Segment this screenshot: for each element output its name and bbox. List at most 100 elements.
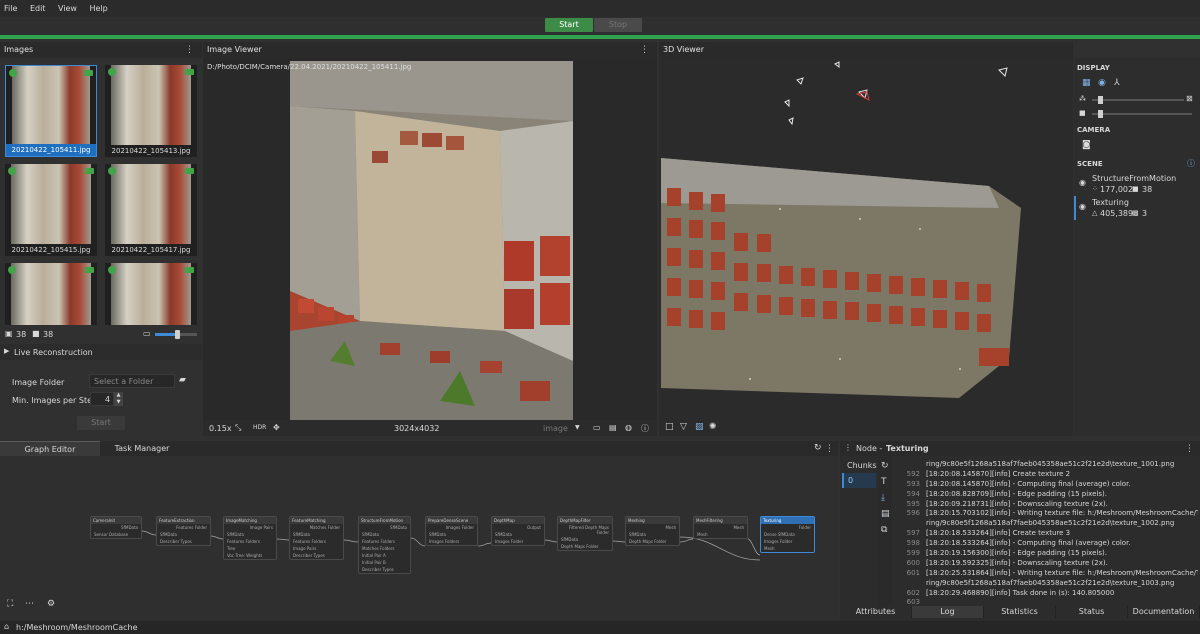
camera-scale-slider[interactable] bbox=[1092, 110, 1192, 118]
graph-node-attribute[interactable]: Initial Pair B bbox=[359, 559, 410, 566]
graph-node-preparedensescene[interactable]: PrepareDenseScene Images Folder SfMData Ima… bbox=[425, 516, 478, 546]
graph-node-attribute[interactable]: SfMData bbox=[558, 536, 612, 543]
scene-info-icon[interactable]: ⓘ bbox=[1187, 158, 1195, 169]
menu-help[interactable]: Help bbox=[90, 0, 108, 17]
min-images-spinbox[interactable]: 4 bbox=[90, 392, 114, 406]
fixed-size-icon[interactable]: ⊠ bbox=[1186, 94, 1193, 103]
thumbnail-4[interactable]: 20210422_105417.jpg bbox=[105, 164, 197, 256]
settings-gear-icon[interactable]: ⚙ bbox=[47, 599, 55, 609]
graph-node-output[interactable]: Filtered Depth Maps Folder bbox=[558, 524, 612, 536]
graph-node-output[interactable]: Images Folder bbox=[426, 524, 477, 531]
image-viewer-menu-icon[interactable]: ⋮ bbox=[640, 42, 649, 58]
thumbnail-3[interactable]: 20210422_105415.jpg bbox=[5, 164, 97, 256]
graph-node-attribute[interactable]: Tree bbox=[224, 545, 276, 552]
graph-node-attribute[interactable]: SfMData bbox=[157, 531, 210, 538]
graph-node-output[interactable]: SfMData bbox=[359, 524, 410, 531]
graph-node-output[interactable]: Matches Folder bbox=[290, 524, 343, 531]
autoscroll-icon[interactable]: ⤓ bbox=[881, 493, 885, 503]
graph-node-imagematching[interactable]: ImageMatching Image Pairs SfMData Features … bbox=[223, 516, 277, 560]
thumbnail-1[interactable]: 20210422_105411.jpg bbox=[5, 65, 97, 157]
graph-node-attribute[interactable]: SfMData bbox=[626, 531, 679, 538]
graph-node-attribute[interactable]: Depth Maps Folder bbox=[626, 538, 679, 545]
tab-graph-editor[interactable]: Graph Editor bbox=[0, 441, 100, 456]
gps-globe-icon[interactable]: ◍ bbox=[625, 423, 632, 432]
refresh-icon[interactable]: ↻ bbox=[814, 443, 822, 453]
increment-icon[interactable]: ▲ bbox=[114, 392, 123, 399]
chevron-down-icon[interactable]: ▼ bbox=[575, 424, 580, 431]
stop-button[interactable]: Stop bbox=[594, 18, 642, 32]
folder-icon[interactable]: ▰ bbox=[179, 375, 186, 385]
image-folder-input[interactable]: Select a Folder bbox=[89, 374, 175, 388]
textured-mode-icon[interactable]: ✺ bbox=[709, 422, 717, 432]
graph-node-attribute[interactable]: Mesh bbox=[761, 545, 814, 552]
axes-icon[interactable]: ⅄ bbox=[1114, 78, 1120, 88]
graph-node-attribute[interactable]: Mesh bbox=[694, 531, 747, 538]
scene-item-sfm[interactable]: ◉ StructureFromMotion ⁘ 177,002 ■ 38 bbox=[1074, 172, 1200, 196]
graph-node-output[interactable]: Image Pairs bbox=[224, 524, 276, 531]
graph-node-attribute[interactable]: Voc Tree: Weights bbox=[224, 552, 276, 559]
images-panel-menu-icon[interactable]: ⋮ bbox=[185, 42, 194, 58]
graph-node-attribute[interactable]: SfMData bbox=[224, 531, 276, 538]
color-picker-icon[interactable]: ✥ bbox=[273, 423, 280, 432]
reload-icon[interactable]: ↻ bbox=[881, 461, 889, 471]
open-external-icon[interactable]: ⧉ bbox=[881, 525, 887, 535]
metadata-icon[interactable]: ▭ bbox=[593, 423, 601, 432]
fit-all-icon[interactable]: ⛶ bbox=[7, 599, 13, 609]
thumbnail-2[interactable]: 20210422_105413.jpg bbox=[105, 65, 197, 157]
thumbnail-5[interactable] bbox=[5, 263, 97, 325]
viewer3d-canvas[interactable] bbox=[659, 58, 1073, 420]
graph-node-texturing[interactable]: Texturing Folder Dense SfMData Images Folde… bbox=[760, 516, 815, 553]
thumbnail-6[interactable] bbox=[105, 263, 197, 325]
scene-item-texturing[interactable]: ◉ Texturing △ 405,389 ▩ 3 bbox=[1074, 196, 1200, 220]
bounding-box-icon[interactable]: □ bbox=[665, 422, 674, 432]
graph-node-attribute[interactable]: Describer Types bbox=[290, 552, 343, 559]
cache-folder-icon[interactable]: ⌂ bbox=[4, 622, 9, 631]
graph-node-attribute[interactable]: Describer Types bbox=[157, 538, 210, 545]
camera-scale-slider-handle[interactable] bbox=[1098, 110, 1103, 118]
tab-status[interactable]: Status bbox=[1056, 606, 1128, 618]
visibility-eye-icon[interactable]: ◉ bbox=[1079, 202, 1086, 211]
info-icon[interactable]: ⓘ bbox=[641, 423, 649, 434]
graph-node-attribute[interactable]: Images Folders bbox=[426, 538, 477, 545]
graph-node-output[interactable]: Mesh bbox=[694, 524, 747, 531]
histogram-icon[interactable]: ▤ bbox=[609, 423, 617, 432]
graph-node-attribute[interactable]: Features Folders bbox=[359, 538, 410, 545]
gizmo-icon[interactable]: ◉ bbox=[1098, 78, 1106, 88]
graph-node-output[interactable]: Features Folder bbox=[157, 524, 210, 531]
fit-icon[interactable]: ⤡ bbox=[235, 423, 241, 433]
more-icon[interactable]: ⋯ bbox=[25, 599, 34, 609]
node-panel-menu-icon[interactable]: ⋮ bbox=[1185, 441, 1194, 457]
graph-node-output[interactable]: Folder bbox=[761, 524, 814, 531]
graph-node-attribute[interactable]: Describer Types bbox=[359, 566, 410, 573]
graph-node-depthmapfilter[interactable]: DepthMapFilter Filtered Depth Maps Folder… bbox=[557, 516, 613, 551]
graph-node-depthmap[interactable]: DepthMap Output SfMData Images Folder bbox=[491, 516, 545, 546]
graph-node-attribute[interactable]: Initial Pair A bbox=[359, 552, 410, 559]
point-size-slider[interactable] bbox=[1092, 96, 1184, 104]
graph-node-attribute[interactable]: Images Folder bbox=[492, 538, 544, 545]
tab-task-manager[interactable]: Task Manager bbox=[100, 441, 184, 456]
graph-node-meshfiltering[interactable]: MeshFiltering Mesh Mesh bbox=[693, 516, 748, 539]
camera-snapshot-icon[interactable]: ◙ bbox=[1082, 140, 1091, 150]
graph-node-attribute[interactable]: Features Folders bbox=[224, 538, 276, 545]
start-button[interactable]: Start bbox=[545, 18, 593, 32]
thumbnail-size-slider-handle[interactable] bbox=[175, 330, 180, 339]
grid-icon[interactable]: ▦ bbox=[1082, 78, 1091, 88]
graph-node-attribute[interactable]: Features Folders bbox=[290, 538, 343, 545]
hdr-toggle[interactable]: HDR bbox=[253, 424, 266, 431]
graph-node-featureextraction[interactable]: FeatureExtraction Features Folder SfMData D… bbox=[156, 516, 211, 546]
menu-edit[interactable]: Edit bbox=[30, 0, 46, 17]
image-mode-select[interactable]: image bbox=[543, 424, 568, 433]
visibility-eye-icon[interactable]: ◉ bbox=[1079, 178, 1086, 187]
graph-node-attribute[interactable]: SfMData bbox=[290, 531, 343, 538]
thumbnail-size-slider[interactable] bbox=[155, 330, 197, 339]
graph-node-attribute[interactable]: Depth Maps Folder bbox=[558, 543, 612, 550]
decrement-icon[interactable]: ▼ bbox=[114, 399, 123, 406]
graph-menu-icon[interactable]: ⋮ bbox=[825, 441, 834, 457]
graph-node-attribute[interactable]: SfMData bbox=[359, 531, 410, 538]
graph-node-attribute[interactable]: Images Folder bbox=[761, 538, 814, 545]
graph-node-output[interactable]: Output bbox=[492, 524, 544, 531]
graph-node-meshing[interactable]: Meshing Mesh SfMData Depth Maps Folder bbox=[625, 516, 680, 546]
tab-statistics[interactable]: Statistics bbox=[984, 606, 1056, 618]
log-area[interactable]: ring/9c80e5f1268a518af7faeb045358ae51c2f… bbox=[896, 460, 1198, 606]
text-wrap-icon[interactable]: T bbox=[881, 477, 887, 487]
